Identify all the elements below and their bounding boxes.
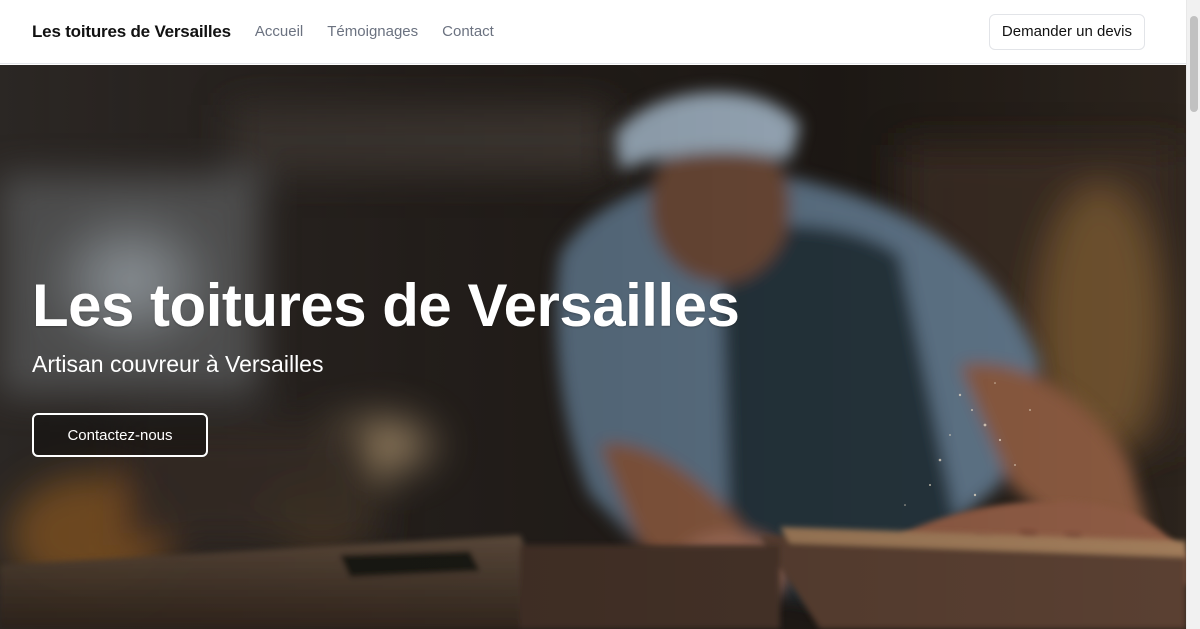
site-header: Les toitures de Versailles Accueil Témoi… — [0, 0, 1186, 64]
nav-item-accueil[interactable]: Accueil — [255, 23, 303, 40]
request-quote-button[interactable]: Demander un devis — [988, 13, 1145, 50]
hero-section: Les toitures de Versailles Artisan couvr… — [0, 65, 1186, 629]
page: Les toitures de Versailles Accueil Témoi… — [0, 0, 1200, 629]
contact-us-button[interactable]: Contactez-nous — [32, 413, 208, 457]
nav-item-temoignages[interactable]: Témoignages — [327, 23, 418, 40]
nav-item-contact[interactable]: Contact — [442, 23, 494, 40]
brand-logo-text[interactable]: Les toitures de Versailles — [32, 22, 231, 42]
page-scrollbar[interactable] — [1186, 0, 1200, 629]
scrollbar-thumb[interactable] — [1190, 16, 1198, 112]
hero-subtitle: Artisan couvreur à Versailles — [32, 351, 324, 377]
hero-content: Les toitures de Versailles Artisan couvr… — [32, 270, 740, 457]
main-nav: Accueil Témoignages Contact — [255, 23, 494, 40]
hero-title: Les toitures de Versailles — [32, 272, 740, 339]
